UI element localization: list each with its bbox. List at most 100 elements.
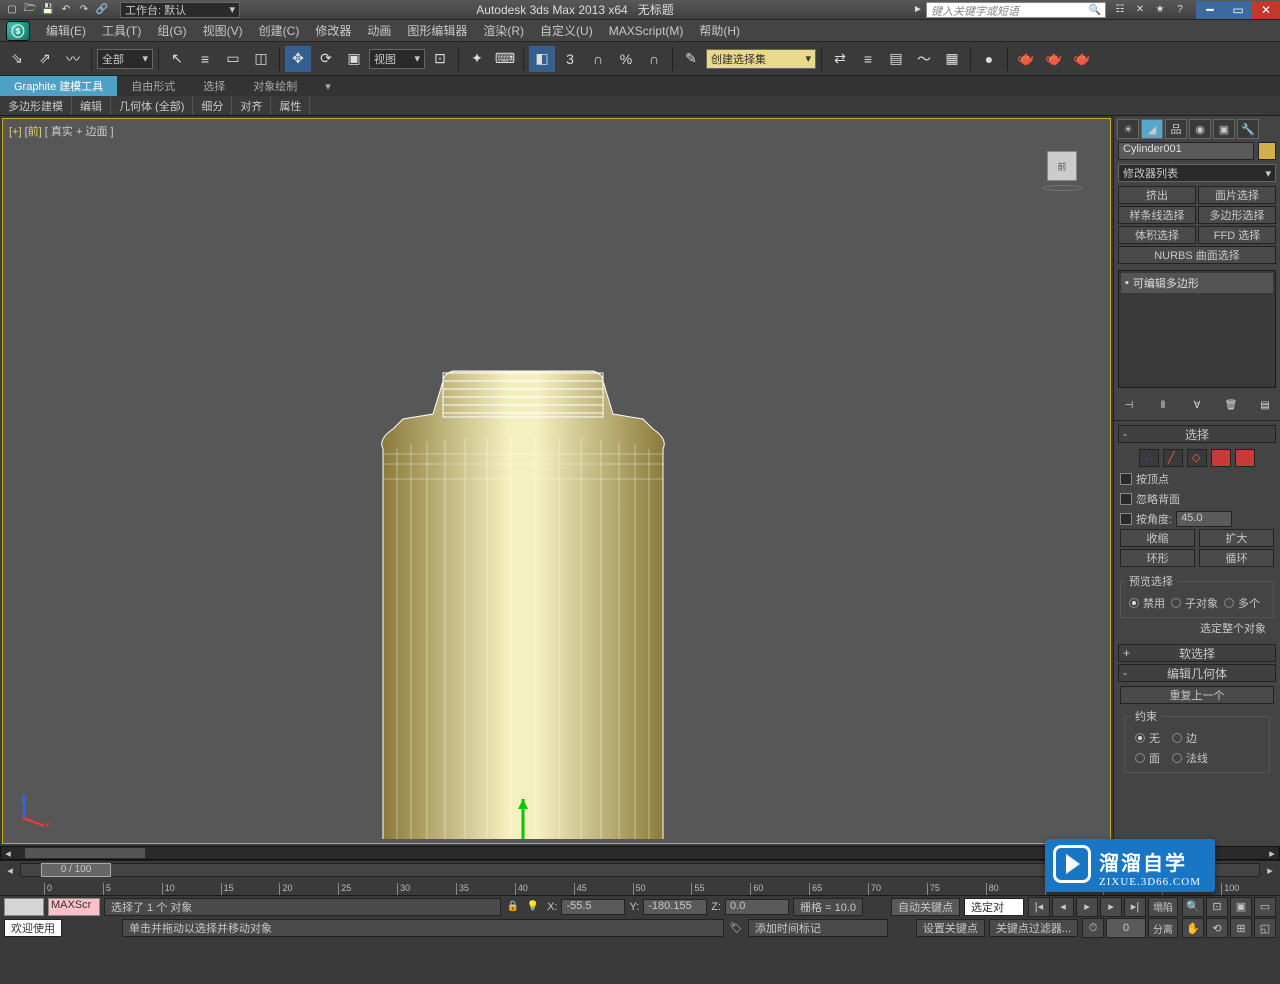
radio-preview-disable[interactable] (1129, 598, 1139, 608)
ribbon-tab-2[interactable]: 选择 (189, 76, 239, 96)
btn-ffd-select[interactable]: FFD 选择 (1198, 226, 1276, 244)
window-minimize[interactable]: ━ (1196, 1, 1224, 19)
spinner-snap-icon[interactable]: ∩ (641, 46, 667, 72)
modifier-stack[interactable]: ▪ 可编辑多边形 (1118, 270, 1276, 388)
subobj-element[interactable] (1235, 449, 1255, 467)
rollout-edit-geom-header[interactable]: -编辑几何体 (1118, 664, 1276, 682)
expand-icon[interactable]: ▪ (1125, 277, 1129, 289)
rollout-selection-header[interactable]: -选择 (1118, 425, 1276, 443)
mirror-icon[interactable]: ⇄ (827, 46, 853, 72)
ribbon-panel-0[interactable]: 多边形建模 (0, 96, 72, 115)
radio-preview-multi[interactable] (1224, 598, 1234, 608)
mod-btn-detach[interactable]: 分离 (1148, 918, 1178, 938)
key-mode-dropdown[interactable]: 选定对 (964, 898, 1024, 916)
chk-by-vertex[interactable] (1120, 473, 1132, 485)
zoom-icon[interactable]: 🔍 (1182, 897, 1204, 917)
btn-grow[interactable]: 扩大 (1199, 529, 1274, 547)
manipulate-icon[interactable]: ✦ (464, 46, 490, 72)
add-time-tag[interactable]: 添加时间标记 (748, 919, 888, 937)
time-tag-icon[interactable]: 🏷 (728, 920, 744, 936)
rollout-soft-header[interactable]: +软选择 (1118, 644, 1276, 662)
prev-frame-icon[interactable]: ◂ (1052, 897, 1074, 917)
menu-修改器[interactable]: 修改器 (307, 20, 359, 42)
btn-loop[interactable]: 循环 (1199, 549, 1274, 567)
link-icon[interactable]: 🔗 (94, 2, 110, 18)
btn-ring[interactable]: 环形 (1120, 549, 1195, 567)
application-button[interactable]: ⓢ (6, 21, 30, 41)
time-slider-prev[interactable]: ◂ (0, 864, 20, 877)
pivot-center-icon[interactable]: ⊡ (427, 46, 453, 72)
orbit-icon[interactable]: ⟲ (1206, 918, 1228, 938)
menu-帮助(H)[interactable]: 帮助(H) (691, 20, 748, 42)
undo-icon[interactable]: ↶ (58, 2, 74, 18)
new-icon[interactable]: ▢ (4, 2, 20, 18)
subobj-border[interactable]: ◇ (1187, 449, 1207, 467)
goto-start-icon[interactable]: |◂ (1028, 897, 1050, 917)
modifier-list-dropdown[interactable]: 修改器列表▾ (1118, 164, 1276, 182)
menu-自定义(U)[interactable]: 自定义(U) (532, 20, 601, 42)
viewport-front[interactable]: [+] [前] [ 真实 + 边面 ] 前 (2, 118, 1111, 844)
bind-spacewarp-icon[interactable]: 〰 (60, 46, 86, 72)
zoom-all-icon[interactable]: ⊡ (1206, 897, 1228, 917)
mod-btn-collapse[interactable]: 塌陷 (1148, 897, 1178, 917)
edit-named-sel-icon[interactable]: ✎ (678, 46, 704, 72)
window-maximize[interactable]: ▭ (1224, 1, 1252, 19)
menu-渲染(R)[interactable]: 渲染(R) (475, 20, 532, 42)
show-end-result-icon[interactable]: Ⅱ (1154, 396, 1172, 414)
radio-constraint-edge[interactable] (1172, 733, 1182, 743)
render-icon[interactable]: 🫖 (1069, 46, 1095, 72)
play-icon[interactable]: ▸ (1076, 897, 1098, 917)
ribbon-overflow[interactable]: ▾ (311, 76, 345, 96)
remove-modifier-icon[interactable]: 🗑 (1222, 396, 1240, 414)
set-key-button[interactable]: 设置关键点 (916, 919, 985, 937)
btn-spline-select[interactable]: 样条线选择 (1118, 206, 1196, 224)
lock-selection-icon[interactable]: 🔒 (505, 899, 521, 915)
menu-编辑(E)[interactable]: 编辑(E) (38, 20, 94, 42)
snap-toggle-icon[interactable]: ◧ (529, 46, 555, 72)
select-by-name-icon[interactable]: ≡ (192, 46, 218, 72)
schematic-view-icon[interactable]: ▦ (939, 46, 965, 72)
open-icon[interactable]: 🗁 (22, 2, 38, 18)
named-selection-dropdown[interactable]: 创建选择集▾ (706, 49, 816, 69)
info-lookup-icon[interactable]: ► (910, 2, 926, 18)
ribbon-panel-5[interactable]: 属性 (271, 96, 310, 115)
favorites-icon[interactable]: ★ (1152, 2, 1168, 18)
tab-create[interactable]: ☀ (1117, 119, 1139, 139)
menu-工具(T)[interactable]: 工具(T) (94, 20, 149, 42)
reference-coord-dropdown[interactable]: 视图▾ (369, 49, 425, 69)
search-icon[interactable]: 🔍 (1087, 3, 1103, 19)
exchange-icon[interactable]: ✕ (1132, 2, 1148, 18)
unlink-icon[interactable]: ⇗ (32, 46, 58, 72)
select-object-icon[interactable]: ↖ (164, 46, 190, 72)
btn-volume-select[interactable]: 体积选择 (1118, 226, 1196, 244)
time-config-icon[interactable]: ⏱ (1082, 918, 1104, 938)
subscription-icon[interactable]: ☷ (1112, 2, 1128, 18)
zoom-extents-icon[interactable]: ▣ (1230, 897, 1252, 917)
align-icon[interactable]: ≡ (855, 46, 881, 72)
object-name-field[interactable]: Cylinder001 (1118, 142, 1254, 160)
btn-poly-select[interactable]: 多边形选择 (1198, 206, 1276, 224)
help-search-input[interactable]: 键入关键字或短语 🔍 (926, 2, 1106, 18)
window-close[interactable]: ✕ (1252, 1, 1280, 19)
menu-创建(C)[interactable]: 创建(C) (251, 20, 308, 42)
ribbon-panel-1[interactable]: 编辑 (72, 96, 111, 115)
menu-图形编辑器[interactable]: 图形编辑器 (399, 20, 475, 42)
menu-MAXScript(M)[interactable]: MAXScript(M) (601, 20, 692, 42)
ribbon-tab-1[interactable]: 自由形式 (117, 76, 189, 96)
btn-nurbs-select[interactable]: NURBS 曲面选择 (1118, 246, 1276, 264)
auto-key-button[interactable]: 自动关键点 (891, 898, 960, 916)
radio-constraint-face[interactable] (1135, 753, 1145, 763)
chk-ignore-back[interactable] (1120, 493, 1132, 505)
ribbon-panel-2[interactable]: 几何体 (全部) (111, 96, 193, 115)
time-slider-handle[interactable]: 0 / 100 (41, 863, 111, 877)
object-color-swatch[interactable] (1258, 142, 1276, 160)
selection-filter-dropdown[interactable]: 全部▾ (97, 49, 153, 69)
ribbon-tab-0[interactable]: Graphite 建模工具 (0, 76, 117, 96)
welcome-button[interactable]: 欢迎使用 (4, 919, 62, 937)
mini-listener-output[interactable] (4, 898, 44, 916)
render-frame-icon[interactable]: 🫖 (1041, 46, 1067, 72)
move-tool-icon[interactable]: ✥ (285, 46, 311, 72)
stack-item-editable-poly[interactable]: ▪ 可编辑多边形 (1121, 273, 1273, 293)
keyboard-shortcut-icon[interactable]: ⌨ (492, 46, 518, 72)
select-link-icon[interactable]: ⇘ (4, 46, 30, 72)
